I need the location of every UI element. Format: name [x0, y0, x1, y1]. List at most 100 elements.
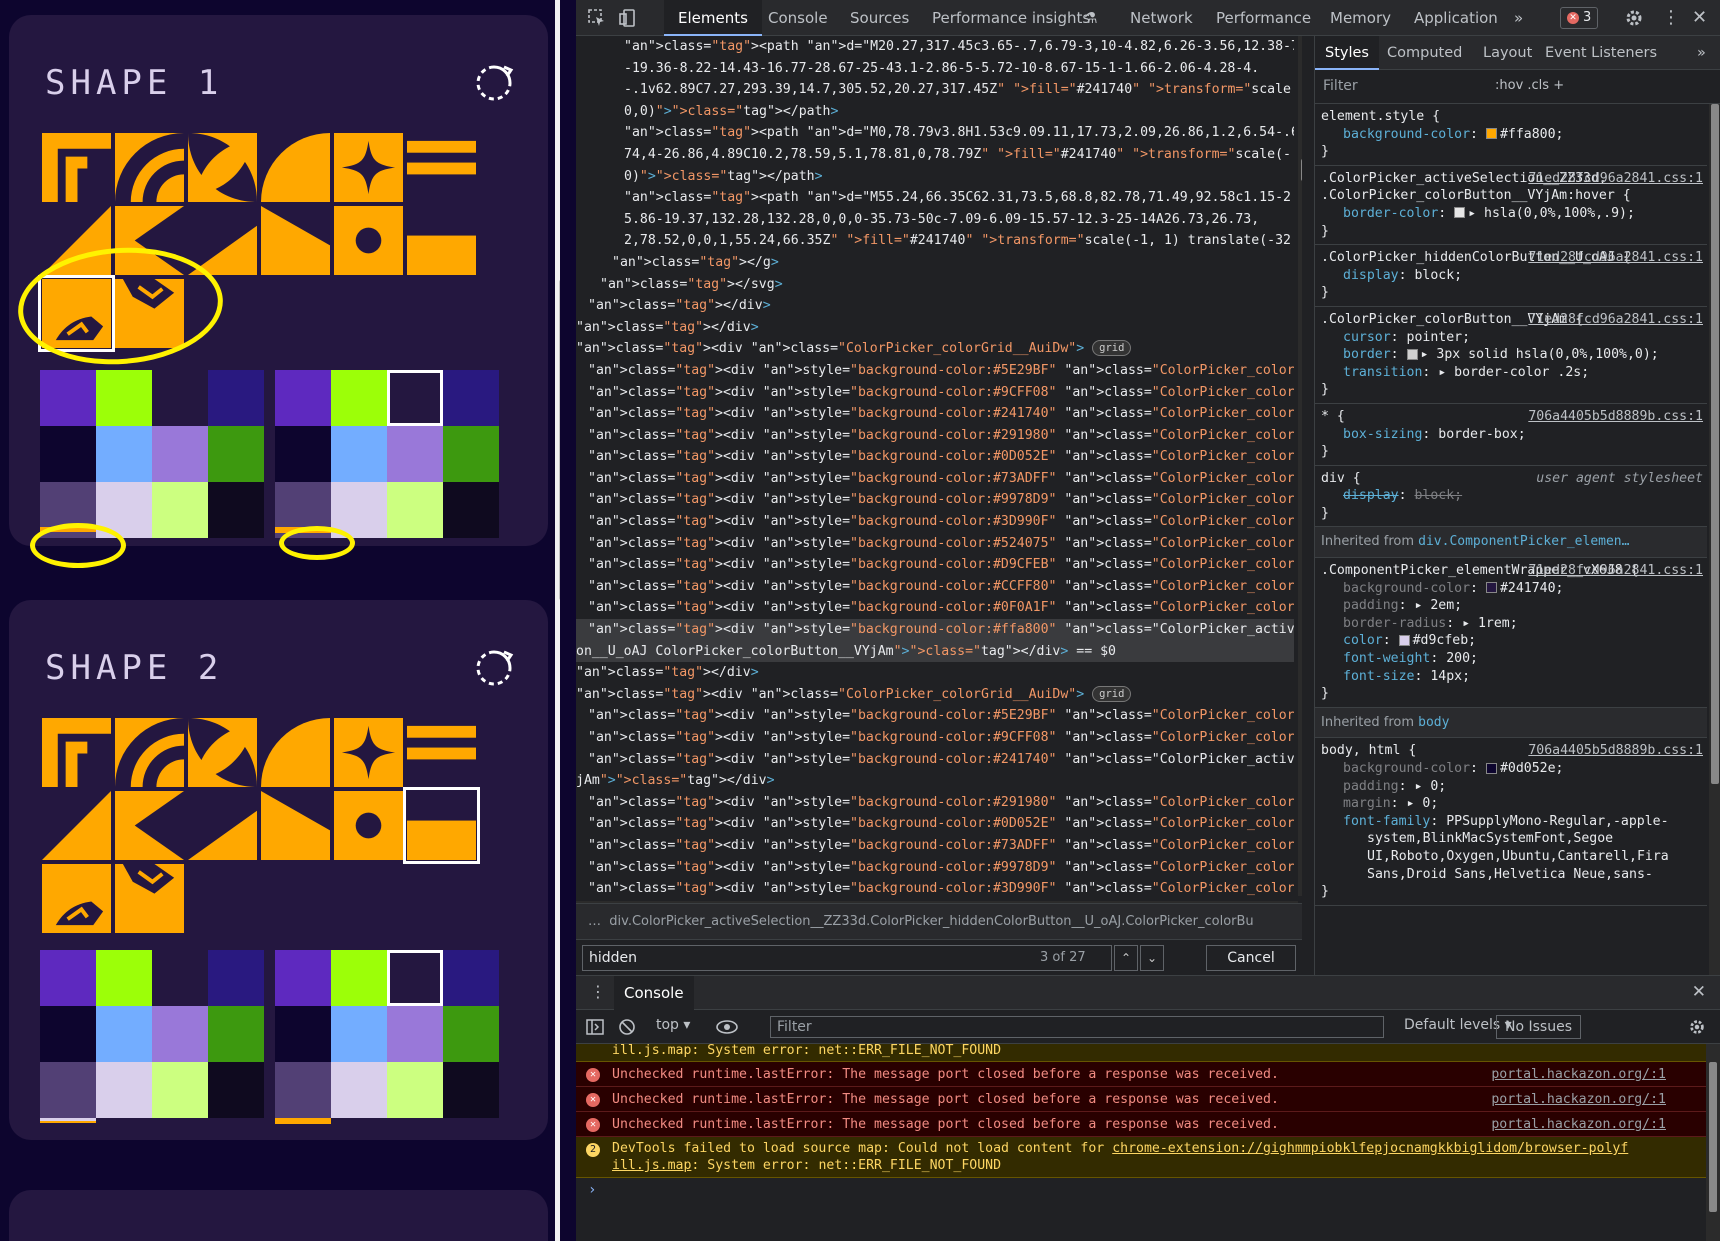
rule-source-link[interactable]: user agent stylesheet [1536, 470, 1703, 488]
style-property[interactable]: border: ▸ 3px solid hsla(0,0%,100%,0); [1321, 346, 1703, 364]
color-swatch[interactable] [152, 1062, 208, 1118]
style-property[interactable]: margin: ▸ 0; [1321, 795, 1703, 813]
style-property[interactable]: padding: ▸ 0; [1321, 778, 1703, 796]
half-block-shape[interactable] [407, 206, 476, 275]
console-scrollbar[interactable] [1706, 1044, 1720, 1241]
console-prompt[interactable]: › [576, 1178, 1706, 1202]
color-swatch-icon[interactable] [1406, 348, 1418, 360]
color-swatch-icon[interactable] [1485, 128, 1497, 140]
color-swatch[interactable] [96, 1006, 152, 1062]
rainbow-arcs-shape[interactable] [115, 718, 184, 787]
dom-node-line[interactable]: "an">class="tag"><div "an">style="backgr… [576, 554, 1294, 576]
style-property[interactable]: Sans,Droid Sans,Helvetica Neue,sans- [1321, 866, 1703, 884]
color-swatch[interactable] [387, 950, 443, 1006]
corner-bracket-shape[interactable] [42, 718, 111, 787]
style-property[interactable]: background-color: #0d052e; [1321, 760, 1703, 778]
color-swatch[interactable] [152, 950, 208, 1006]
color-swatch[interactable] [96, 426, 152, 482]
dom-node-line[interactable]: 74,4-26.86,4.89C10.2,78.59,5.1,78.81,0,7… [576, 144, 1294, 166]
tab-elements[interactable]: Elements [664, 0, 762, 36]
tab-network[interactable]: Network [1130, 0, 1193, 36]
color-swatch[interactable] [387, 370, 443, 426]
console-source-link[interactable]: portal.hackazon.org/:1 [1491, 1112, 1666, 1137]
dom-node-selected[interactable]: on__U_oAJ ColorPicker_colorButton__VYjAm… [576, 640, 1294, 663]
console-source-link[interactable]: portal.hackazon.org/:1 [1491, 1087, 1666, 1112]
dom-node-line[interactable]: "an">class="tag"></div> [576, 295, 1294, 317]
hidden-color-button[interactable] [40, 1118, 96, 1123]
dom-node-line[interactable]: "an">class="tag"><div "an">style="backgr… [576, 489, 1294, 511]
color-swatch[interactable] [40, 1062, 96, 1118]
color-swatch[interactable] [208, 950, 264, 1006]
color-swatch[interactable] [275, 426, 331, 482]
leaf-shape[interactable] [188, 133, 257, 202]
triangle-shape[interactable] [42, 791, 111, 860]
dom-node-line[interactable]: "an">class="tag"><div "an">style="backgr… [576, 792, 1294, 814]
dom-node-line[interactable]: "an">class="tag"><div "an">style="backgr… [576, 533, 1294, 555]
color-swatch[interactable] [208, 370, 264, 426]
hand-card-shape-b[interactable] [115, 864, 184, 933]
dom-node-selected[interactable]: "an">class="tag"><div "an">style="backgr… [576, 619, 1294, 641]
color-swatch[interactable] [443, 1006, 499, 1062]
color-swatch[interactable] [387, 1062, 443, 1118]
ramp-shape[interactable] [188, 791, 257, 860]
rainbow-arcs-shape[interactable] [115, 133, 184, 202]
cancel-search-button[interactable]: Cancel [1206, 945, 1296, 971]
trapezoid-shape[interactable] [261, 206, 330, 275]
rule-selector[interactable]: element.style { [1321, 108, 1703, 126]
color-swatch[interactable] [275, 950, 331, 1006]
dom-node-line[interactable]: "an">class="tag"><div "an">style="backgr… [576, 425, 1294, 447]
style-property[interactable]: background-color: #241740; [1321, 580, 1703, 598]
dom-node-line[interactable]: 2,78.52,0,0,1,55.24,66.35Z" ">fill="#241… [576, 230, 1294, 252]
stripes-shape[interactable] [407, 718, 476, 787]
color-swatch[interactable] [208, 1006, 264, 1062]
search-prev-button[interactable]: ⌃ [1114, 945, 1138, 971]
dom-node-line[interactable]: "an">class="tag"></div> [576, 662, 1294, 684]
dom-scrollbar-vertical[interactable] [1298, 36, 1302, 896]
tab-event-listeners[interactable]: Event Listeners [1545, 36, 1657, 70]
search-next-button[interactable]: ⌄ [1140, 945, 1164, 971]
console-settings-gear-icon[interactable] [1688, 1018, 1706, 1036]
style-property[interactable]: background-color: #ffa800; [1321, 126, 1703, 144]
grid-badge[interactable]: grid [1092, 685, 1132, 702]
tab-application[interactable]: Application [1414, 0, 1498, 36]
kebab-menu-icon[interactable]: ⋮ [1662, 0, 1680, 36]
star-shape[interactable] [334, 133, 403, 202]
breadcrumb-path[interactable]: div.ColorPicker_activeSelection__ZZ33d.C… [609, 914, 1253, 929]
more-tabs-icon[interactable]: » [1697, 36, 1706, 70]
color-swatch[interactable] [387, 1006, 443, 1062]
dom-node-line[interactable]: -.1v62.89C7.27,293.39,14.7,305.52,20.27,… [576, 79, 1294, 101]
quarter-circle-shape[interactable] [261, 133, 330, 202]
clear-console-icon[interactable] [618, 1018, 636, 1036]
source-map-file-link[interactable]: ill.js.map [612, 1158, 691, 1173]
style-property[interactable]: transition: ▸ border-color .2s; [1321, 364, 1703, 382]
source-map-url-link[interactable]: chrome-extension://gighmmpiobklfepjocnam… [1112, 1141, 1628, 1156]
dot-square-shape[interactable] [334, 206, 403, 275]
rule-source-link[interactable]: 706a4405b5d8889b.css:1 [1528, 742, 1703, 760]
color-swatch[interactable] [40, 370, 96, 426]
trapezoid-shape[interactable] [261, 791, 330, 860]
dom-node-line[interactable]: "an">class="tag"><div "an">class="ColorP… [576, 684, 1294, 706]
style-property[interactable]: system,BlinkMacSystemFont,Segoe [1321, 830, 1703, 848]
dom-node-line[interactable]: 0,0)">">class="tag"></path> [576, 101, 1294, 123]
style-property[interactable]: display: block; [1321, 487, 1703, 505]
tab-console-drawer[interactable]: Console [614, 976, 694, 1010]
sidebar-toggle-icon[interactable] [586, 1018, 604, 1036]
corner-bracket-shape[interactable] [42, 133, 111, 202]
style-property[interactable]: font-weight: 200; [1321, 650, 1703, 668]
tab-layout[interactable]: Layout [1483, 36, 1532, 70]
dom-node-line[interactable]: "an">class="tag"><div "an">style="backgr… [576, 857, 1294, 879]
dom-node-line[interactable]: "an">class="tag"></svg> [576, 274, 1294, 296]
dom-node-line[interactable]: "an">class="tag"><path "an">d="M0,78.79v… [576, 122, 1294, 144]
tab-styles[interactable]: Styles [1315, 36, 1379, 70]
color-swatch[interactable] [387, 482, 443, 538]
console-source-link[interactable]: portal.hackazon.org/:1 [1491, 1062, 1666, 1087]
refresh-icon[interactable] [474, 63, 514, 103]
dom-node-line[interactable]: 0)">">class="tag"></path> [576, 166, 1294, 188]
style-property[interactable]: color: #d9cfeb; [1321, 632, 1703, 650]
close-devtools-icon[interactable]: ✕ [1692, 0, 1707, 36]
color-swatch[interactable] [275, 370, 331, 426]
half-block-shape[interactable] [403, 787, 480, 864]
dom-node-line[interactable]: "an">class="tag"><div "an">style="backgr… [576, 813, 1294, 835]
dot-square-shape[interactable] [334, 791, 403, 860]
dom-node-line[interactable]: "an">class="tag"><div "an">style="backgr… [576, 576, 1294, 598]
